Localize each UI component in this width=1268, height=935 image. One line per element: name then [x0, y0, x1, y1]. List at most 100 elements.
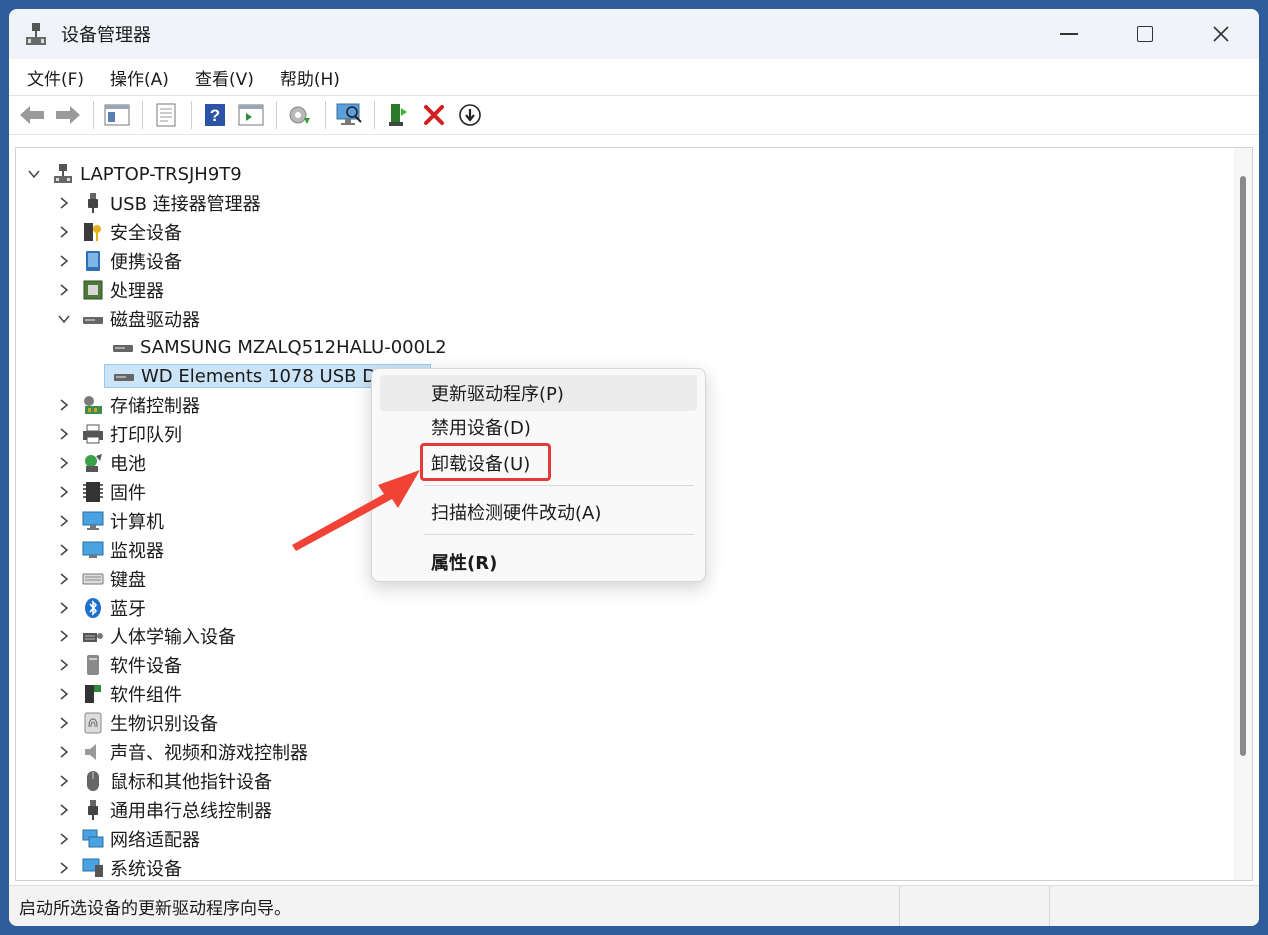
tree-category[interactable]: USB 连接器管理器: [54, 189, 261, 217]
add-driver-toolbar-button[interactable]: [381, 99, 415, 131]
close-button[interactable]: [1183, 9, 1259, 59]
tree-category[interactable]: 便携设备: [54, 247, 182, 275]
tree-node[interactable]: 存储控制器: [74, 392, 200, 418]
chevron-right-icon[interactable]: [54, 771, 74, 791]
tree-category[interactable]: 软件组件: [54, 680, 182, 708]
tree-node[interactable]: 打印队列: [74, 421, 182, 447]
tree-device[interactable]: SAMSUNG MZALQ512HALU-000L2: [84, 333, 447, 361]
tree-node[interactable]: 键盘: [74, 566, 146, 592]
ctx-disable-device[interactable]: 禁用设备(D): [380, 409, 697, 445]
chevron-right-icon[interactable]: [54, 742, 74, 762]
tree-category[interactable]: 计算机: [54, 507, 164, 535]
tree-node[interactable]: 磁盘驱动器: [74, 306, 200, 332]
ctx-properties[interactable]: 属性(R): [380, 544, 697, 580]
properties-button[interactable]: [149, 99, 183, 131]
chevron-right-icon[interactable]: [54, 858, 74, 878]
console-tree-icon: [104, 104, 130, 126]
tree-category[interactable]: 系统设备: [54, 854, 182, 880]
tree-node[interactable]: 鼠标和其他指针设备: [74, 768, 272, 794]
status-text: 启动所选设备的更新驱动程序向导。: [19, 898, 291, 919]
tree-node[interactable]: 生物识别设备: [74, 710, 218, 736]
tree-root-computer[interactable]: LAPTOP-TRSJH9T9: [24, 160, 242, 188]
chevron-right-icon[interactable]: [54, 713, 74, 733]
chevron-right-icon[interactable]: [54, 453, 74, 473]
ctx-scan-hardware[interactable]: 扫描检测硬件改动(A): [380, 494, 697, 530]
tree-category[interactable]: 网络适配器: [54, 825, 200, 853]
tree-node[interactable]: 计算机: [74, 508, 164, 534]
tree-node[interactable]: SAMSUNG MZALQ512HALU-000L2: [104, 336, 447, 358]
chevron-right-icon[interactable]: [54, 395, 74, 415]
chevron-right-icon[interactable]: [54, 569, 74, 589]
tree-node[interactable]: 电池: [74, 450, 146, 476]
menu-help[interactable]: 帮助(H): [268, 61, 352, 94]
forward-button[interactable]: [51, 99, 85, 131]
tree-node[interactable]: 监视器: [74, 537, 164, 563]
chevron-right-icon[interactable]: [54, 540, 74, 560]
ctx-item-label: 禁用设备(D): [431, 418, 531, 439]
chevron-down-icon[interactable]: [54, 309, 74, 329]
tree-category[interactable]: 电池: [54, 449, 146, 477]
tree-node[interactable]: 网络适配器: [74, 826, 200, 852]
tree-category[interactable]: 蓝牙: [54, 594, 146, 622]
ctx-uninstall-device[interactable]: 卸载设备(U): [380, 445, 697, 481]
tree-category[interactable]: 软件设备: [54, 651, 182, 679]
chevron-right-icon[interactable]: [54, 482, 74, 502]
chevron-right-icon[interactable]: [54, 222, 74, 242]
update-driver-toolbar-button[interactable]: [283, 99, 317, 131]
tree-category[interactable]: 磁盘驱动器: [54, 305, 200, 333]
tree-category[interactable]: 固件: [54, 478, 146, 506]
chevron-right-icon[interactable]: [54, 684, 74, 704]
tree-node[interactable]: 通用串行总线控制器: [74, 797, 272, 823]
chevron-right-icon[interactable]: [54, 800, 74, 820]
ctx-update-driver[interactable]: 更新驱动程序(P): [380, 375, 697, 411]
tree-node[interactable]: 人体学输入设备: [74, 623, 236, 649]
chevron-right-icon[interactable]: [54, 251, 74, 271]
scan-hardware-toolbar-button[interactable]: [332, 99, 366, 131]
menu-file[interactable]: 文件(F): [15, 61, 96, 94]
tree-category[interactable]: 存储控制器: [54, 391, 200, 419]
help-button[interactable]: ?: [198, 99, 232, 131]
vertical-scrollbar[interactable]: [1234, 148, 1252, 880]
tree-node[interactable]: 系统设备: [74, 855, 182, 880]
menu-view[interactable]: 查看(V): [183, 61, 266, 94]
tree-category[interactable]: 打印队列: [54, 420, 182, 448]
maximize-button[interactable]: [1107, 9, 1183, 59]
chevron-right-icon[interactable]: [54, 511, 74, 531]
tree-category[interactable]: 处理器: [54, 276, 164, 304]
uninstall-toolbar-button[interactable]: [417, 99, 451, 131]
chevron-right-icon[interactable]: [54, 626, 74, 646]
tree-category[interactable]: 声音、视频和游戏控制器: [54, 738, 308, 766]
menu-action[interactable]: 操作(A): [98, 61, 181, 94]
tree-node[interactable]: 安全设备: [74, 219, 182, 245]
chevron-right-icon[interactable]: [54, 193, 74, 213]
tree-category[interactable]: 生物识别设备: [54, 709, 218, 737]
back-button[interactable]: [15, 99, 49, 131]
tree-category[interactable]: 监视器: [54, 536, 164, 564]
chevron-right-icon[interactable]: [54, 655, 74, 675]
chevron-right-icon[interactable]: [54, 598, 74, 618]
tree-category[interactable]: 鼠标和其他指针设备: [54, 767, 272, 795]
disable-toolbar-button[interactable]: [453, 99, 487, 131]
chevron-down-icon[interactable]: [24, 164, 44, 184]
tree-node[interactable]: 便携设备: [74, 248, 182, 274]
tree-node[interactable]: 软件组件: [74, 681, 182, 707]
tree-node[interactable]: 蓝牙: [74, 595, 146, 621]
chevron-right-icon[interactable]: [54, 829, 74, 849]
tree-category[interactable]: 通用串行总线控制器: [54, 796, 272, 824]
tree-node[interactable]: 软件设备: [74, 652, 182, 678]
tree-node[interactable]: 声音、视频和游戏控制器: [74, 739, 308, 765]
tree-node[interactable]: USB 连接器管理器: [74, 190, 261, 216]
tree-node[interactable]: 固件: [74, 479, 146, 505]
tree-node[interactable]: 处理器: [74, 277, 164, 303]
tree-node[interactable]: LAPTOP-TRSJH9T9: [44, 163, 242, 185]
scroll-thumb[interactable]: [1240, 176, 1246, 756]
tree-category[interactable]: 键盘: [54, 565, 146, 593]
chevron-right-icon[interactable]: [54, 424, 74, 444]
portable-device-icon: [82, 250, 104, 272]
tree-category[interactable]: 人体学输入设备: [54, 622, 236, 650]
minimize-button[interactable]: [1031, 9, 1107, 59]
action-pane-button[interactable]: [234, 99, 268, 131]
tree-category[interactable]: 安全设备: [54, 218, 182, 246]
chevron-right-icon[interactable]: [54, 280, 74, 300]
show-hide-tree-button[interactable]: [100, 99, 134, 131]
